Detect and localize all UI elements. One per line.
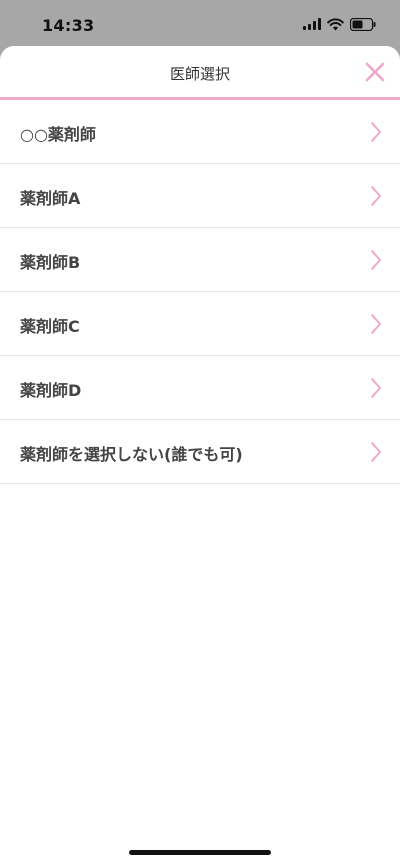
sheet-header: 医師選択 [0,46,400,100]
list-item-pharmacist-c[interactable]: 薬剤師C [0,292,400,356]
chevron-right-icon [371,122,381,142]
home-indicator[interactable] [129,850,271,855]
chevron-right-icon [371,186,381,206]
battery-icon [350,17,376,31]
list-item-pharmacist-a[interactable]: 薬剤師A [0,164,400,228]
chevron-right-icon [371,442,381,462]
list-item-label: 薬剤師D [20,381,82,400]
chevron-right-icon [371,250,381,270]
pharmacist-list: ○○薬剤師 薬剤師A 薬剤師B 薬剤師C 薬剤師D 薬剤師を選択しない(誰でも可… [0,100,400,484]
list-item-pharmacist-d[interactable]: 薬剤師D [0,356,400,420]
list-item-label: 薬剤師B [20,253,81,272]
status-time: 14:33 [42,16,95,35]
close-icon [365,62,385,82]
list-item-label: ○○薬剤師 [20,125,96,144]
chevron-right-icon [371,314,381,334]
list-item-label: 薬剤師を選択しない(誰でも可) [20,445,243,464]
selection-sheet: 医師選択 ○○薬剤師 薬剤師A 薬剤師B 薬剤師C 薬剤師D 薬剤師を選択しない… [0,46,400,864]
list-item-label: 薬剤師C [20,317,80,336]
page-title: 医師選択 [169,65,230,83]
wifi-icon [327,17,344,30]
list-item-no-preference[interactable]: 薬剤師を選択しない(誰でも可) [0,420,400,484]
chevron-right-icon [371,378,381,398]
status-icons [303,17,376,31]
close-button[interactable] [364,61,386,83]
list-item-label: 薬剤師A [20,189,81,208]
list-item-pharmacist-b[interactable]: 薬剤師B [0,228,400,292]
status-bar: 14:33 [0,0,400,46]
signal-icon [303,18,321,30]
list-item-pharmacist-oo[interactable]: ○○薬剤師 [0,100,400,164]
